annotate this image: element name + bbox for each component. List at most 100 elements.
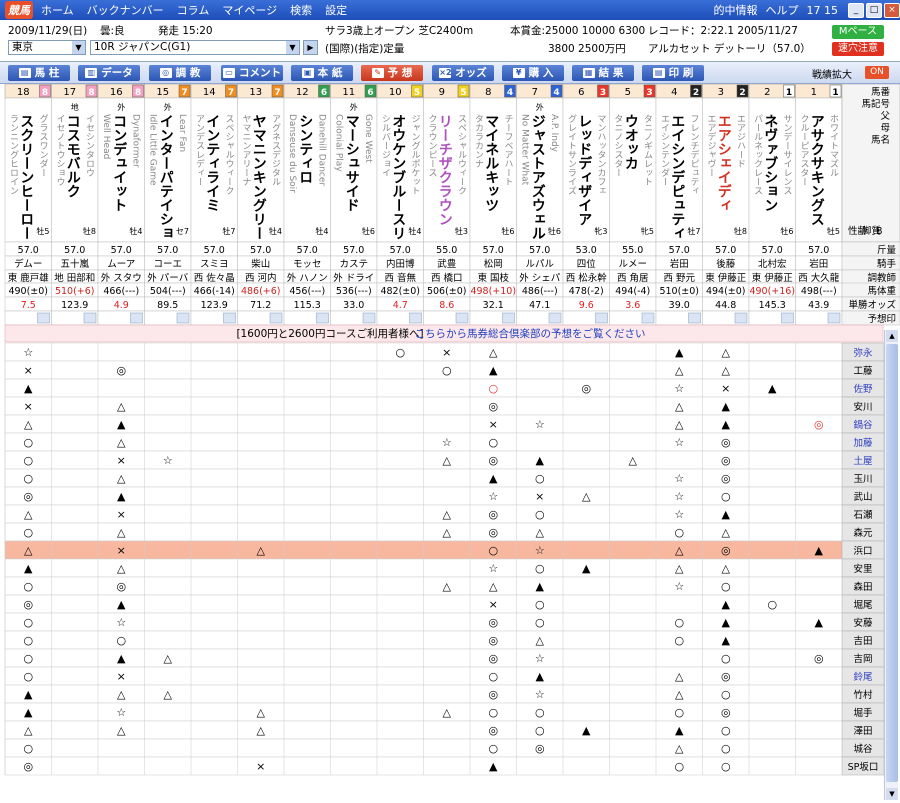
- pick-mark: ○: [674, 634, 684, 647]
- toolbar-button-4[interactable]: ▣ 本 紙: [291, 65, 353, 81]
- horse-sex: 牡6: [548, 226, 561, 236]
- info-value: 55.0: [622, 245, 643, 256]
- info-value: 506(±0): [427, 286, 467, 297]
- horse-dam: タニノシスター: [613, 114, 624, 177]
- scroll-down-icon[interactable]: ▼: [886, 788, 898, 800]
- pick-mark: ○: [674, 706, 684, 719]
- info-value: 7.5: [21, 300, 36, 311]
- pick-mark: ☆: [535, 544, 545, 557]
- horse-dam: シルバージョイ: [380, 114, 391, 177]
- menu-item-2[interactable]: コラム: [177, 4, 210, 17]
- pick-mark: ○: [488, 382, 498, 395]
- toolbar-button-5[interactable]: ✎ 予 想: [361, 65, 423, 81]
- chevron-down-icon: [409, 312, 422, 324]
- horse-name: レッドディザイア: [576, 114, 592, 226]
- horse-sex: 牝5: [641, 226, 654, 236]
- chevron-down-icon: [362, 312, 376, 324]
- info-value: 4.9: [114, 300, 129, 311]
- toolbar-label-1: データ: [101, 67, 133, 79]
- toolbar-button-6[interactable]: ×2 オッズ: [432, 65, 494, 81]
- toolbar-label-9: 印 刷: [668, 67, 694, 79]
- horse-number: 15: [156, 87, 169, 98]
- pick-mark: ◎: [23, 490, 33, 503]
- pick-mark: ○: [23, 616, 33, 629]
- picker-name: 森田: [853, 581, 872, 593]
- menu-item-5[interactable]: 設定: [325, 4, 347, 17]
- waku-number: 4: [553, 88, 559, 98]
- toolbar-button-3[interactable]: ▭ コメント: [221, 65, 283, 81]
- close-button[interactable]: ×: [884, 2, 900, 18]
- scroll-up-icon[interactable]: ▲: [886, 330, 898, 342]
- chevron-down-icon: [37, 312, 50, 324]
- horse-sex: 牡7: [687, 226, 700, 236]
- horse-number: 16: [110, 87, 123, 98]
- help-link[interactable]: ヘルプ: [766, 2, 799, 18]
- toolbar-button-0[interactable]: ▤ 馬 柱: [8, 65, 70, 81]
- pick-mark: △: [24, 724, 33, 737]
- pick-mark: ○: [535, 472, 545, 485]
- race-next-button[interactable]: ▶: [303, 40, 318, 55]
- horse-sex: 牡5: [36, 226, 49, 236]
- pick-mark: ○: [23, 634, 33, 647]
- info-value: 486(+6): [241, 286, 281, 297]
- menu-item-0[interactable]: ホーム: [41, 4, 74, 17]
- race-date: 2009/11/29(日): [8, 25, 88, 37]
- venue-select[interactable]: 東京 ▼: [8, 40, 86, 55]
- pick-mark: △: [117, 688, 126, 701]
- horse-sex: 牡4: [269, 226, 282, 236]
- pick-mark: ◎: [488, 526, 498, 539]
- horse-number: 18: [17, 87, 30, 98]
- horse-name: シンティロ: [297, 114, 313, 184]
- waku-number: 8: [42, 88, 48, 98]
- hit-info-link[interactable]: 的中情報: [714, 2, 758, 18]
- pick-mark: △: [536, 634, 545, 647]
- toolbar-button-9[interactable]: ▤ 印 刷: [642, 65, 704, 81]
- horse-dam: ランニングヒロイン: [8, 114, 19, 195]
- pick-mark: ◎: [488, 652, 498, 665]
- pick-mark: ▲: [24, 382, 33, 395]
- maximize-button[interactable]: □: [866, 2, 882, 18]
- info-value: 498(+10): [470, 286, 516, 297]
- toolbar-button-8[interactable]: ▦ 結 果: [572, 65, 634, 81]
- info-value: コーエ: [153, 259, 182, 270]
- pick-mark: ○: [721, 742, 731, 755]
- horse-name: スクリーンヒーロー: [18, 114, 34, 240]
- pick-mark: ◎: [721, 472, 731, 485]
- toolbar-button-1[interactable]: ▥ データ: [78, 65, 140, 81]
- horse-sire: タニノギムレット: [642, 114, 653, 186]
- scroll-thumb[interactable]: [886, 344, 898, 782]
- pick-mark: ×: [117, 670, 126, 683]
- pick-mark: ▲: [815, 616, 824, 629]
- scrollbar[interactable]: ▲ ▼: [884, 330, 898, 800]
- waku-number: 8: [135, 88, 141, 98]
- info-value: 536(---): [336, 286, 372, 297]
- pick-mark: △: [443, 580, 452, 593]
- menu-item-4[interactable]: 検索: [290, 4, 312, 17]
- info-value: 東 伊藤正: [752, 272, 794, 284]
- info-value: モッセ: [293, 259, 322, 270]
- pick-mark: ▲: [722, 634, 731, 647]
- pick-mark: ▲: [536, 454, 545, 467]
- zoom-toggle[interactable]: ON: [865, 66, 889, 79]
- horse-dam: クルーピアスター: [799, 114, 810, 186]
- pick-row: [4, 756, 844, 776]
- horse-number: 17: [63, 87, 76, 98]
- menu-item-3[interactable]: マイページ: [222, 4, 277, 17]
- toolbar-button-7[interactable]: ¥ 購 入: [502, 65, 564, 81]
- minimize-button[interactable]: _: [848, 2, 864, 18]
- pick-mark: ▲: [722, 508, 731, 521]
- pick-mark: ×: [117, 508, 126, 521]
- row-label: 斤量: [877, 245, 897, 256]
- horse-sire: Danehill Dancer: [317, 114, 327, 186]
- horse-dam: クラウンピース: [427, 114, 437, 177]
- race-select[interactable]: 10R ジャパンC(G1) ▼: [90, 40, 300, 55]
- info-value: 486(---): [522, 286, 558, 297]
- race-condition-sub: (国際)(指定)定量: [325, 43, 405, 55]
- horse-sex: 牡7: [222, 226, 235, 236]
- toolbar-button-2[interactable]: ◎ 調 教: [149, 65, 211, 81]
- picker-name: 吉田: [853, 636, 872, 647]
- info-value: 57.0: [669, 245, 690, 256]
- row-label: 調教師: [867, 272, 896, 284]
- info-value: デムー: [14, 258, 42, 270]
- menu-item-1[interactable]: バックナンバー: [87, 4, 164, 17]
